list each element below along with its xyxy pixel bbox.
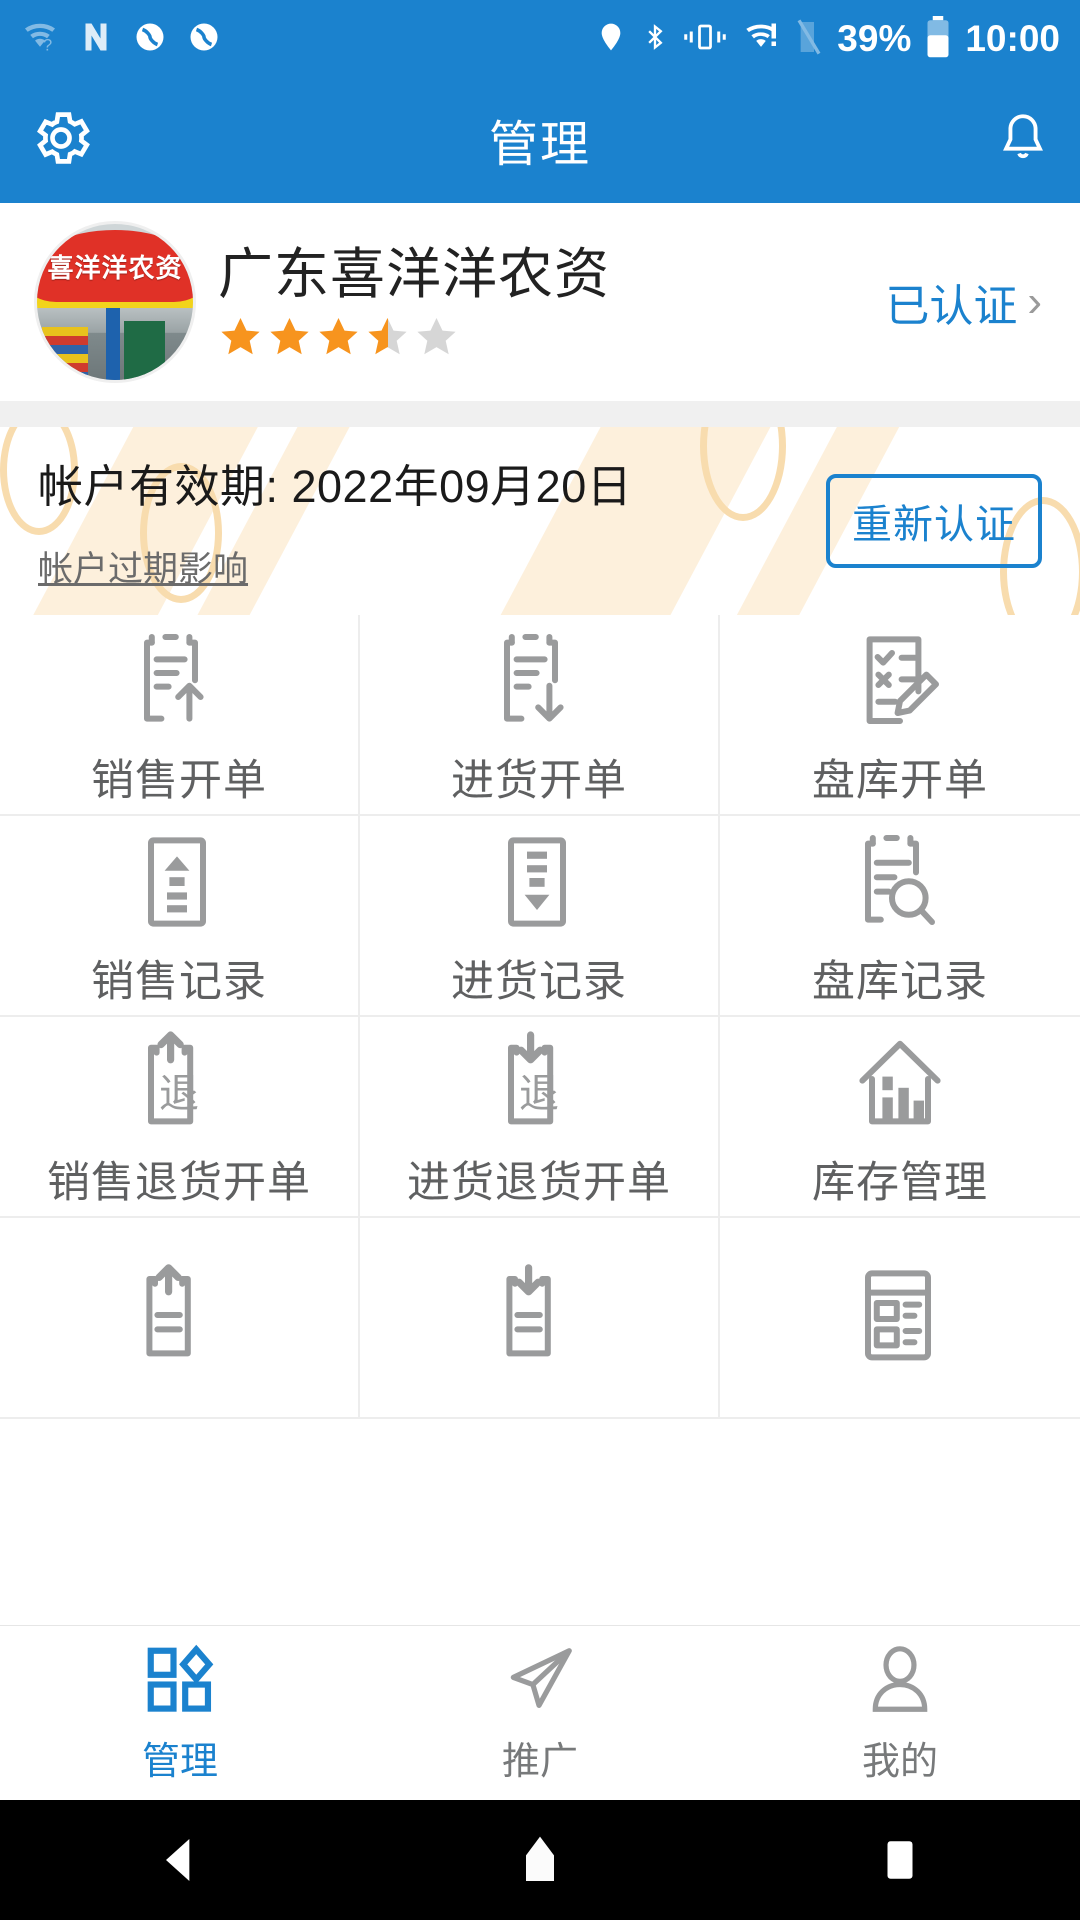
grid-item[interactable]: 销售记录 bbox=[0, 816, 360, 1017]
sync-icon bbox=[186, 19, 222, 60]
section-divider bbox=[0, 401, 1080, 427]
grid-item-label: 库存管理 bbox=[812, 1158, 988, 1207]
doc-lines-down-icon bbox=[491, 1256, 587, 1374]
signal-off-icon bbox=[795, 17, 823, 62]
box-triangle-down-icon bbox=[491, 823, 587, 941]
grid-item[interactable]: 库存管理 bbox=[720, 1017, 1080, 1218]
shop-profile[interactable]: 喜洋洋农资 广东喜洋洋农资 已认证 › bbox=[0, 203, 1080, 401]
avatar-door bbox=[124, 320, 165, 380]
checklist-pencil-icon bbox=[852, 622, 948, 740]
bottom-tab-bar: 管理 推广 我的 bbox=[0, 1625, 1080, 1800]
avatar[interactable]: 喜洋洋农资 bbox=[34, 221, 196, 383]
grid-item[interactable]: 盘库开单 bbox=[720, 615, 1080, 816]
verified-label: 已认证 bbox=[885, 282, 1018, 331]
rating-stars bbox=[218, 314, 885, 360]
star-icon bbox=[316, 314, 361, 360]
paper-plane-icon bbox=[501, 1641, 579, 1724]
tab-label: 我的 bbox=[861, 1741, 938, 1783]
bluetooth-icon bbox=[641, 18, 669, 61]
grid-item[interactable] bbox=[720, 1218, 1080, 1419]
shop-info: 广东喜洋洋农资 bbox=[218, 244, 885, 360]
grid-item[interactable]: 盘库记录 bbox=[720, 816, 1080, 1017]
grid-item-label: 进货退货开单 bbox=[407, 1158, 671, 1207]
star-icon bbox=[414, 314, 459, 360]
doc-arrow-up-icon bbox=[131, 622, 227, 740]
clock-label: 10:00 bbox=[965, 18, 1060, 59]
account-text-group: 帐户有效期: 2022年09月20日 帐户过期影响 bbox=[38, 450, 632, 592]
verified-status-link[interactable]: 已认证 › bbox=[885, 270, 1046, 334]
grid-item-label: 销售记录 bbox=[91, 957, 267, 1006]
grid-item[interactable] bbox=[360, 1218, 720, 1419]
tab-guanli[interactable]: 管理 bbox=[0, 1626, 360, 1800]
return-down-icon: 退 bbox=[491, 1024, 587, 1142]
account-expiry-impact-link[interactable]: 帐户过期影响 bbox=[38, 541, 248, 592]
tab-label: 管理 bbox=[141, 1741, 218, 1783]
grid-item[interactable]: 退销售退货开单 bbox=[0, 1017, 360, 1218]
star-icon bbox=[365, 314, 410, 360]
page-title: 管理 bbox=[488, 118, 591, 172]
doc-lines-up-icon bbox=[131, 1256, 227, 1374]
avatar-shop-sign: 喜洋洋农资 bbox=[37, 230, 193, 302]
status-bar: ? 39% 10:00 bbox=[0, 0, 1080, 78]
battery-percent-label: 39% bbox=[837, 18, 912, 59]
avatar-sign-text: 喜洋洋农资 bbox=[47, 252, 183, 283]
person-icon bbox=[861, 1641, 939, 1724]
grid-item-label: 进货开单 bbox=[451, 756, 627, 805]
home-pentagon-icon[interactable] bbox=[480, 1832, 600, 1888]
sync-icon bbox=[132, 19, 168, 60]
avatar-pillar bbox=[105, 305, 120, 380]
warehouse-icon bbox=[852, 1024, 948, 1142]
vibrate-icon bbox=[683, 20, 727, 59]
nfc-n-icon bbox=[78, 19, 114, 60]
star-icon bbox=[267, 314, 312, 360]
return-up-icon: 退 bbox=[131, 1024, 227, 1142]
shop-name: 广东喜洋洋农资 bbox=[218, 243, 611, 306]
grid-item-label: 销售退货开单 bbox=[47, 1158, 311, 1207]
grid-item[interactable]: 进货开单 bbox=[360, 615, 720, 816]
box-triangle-up-icon bbox=[131, 823, 227, 941]
app-screen: ? 39% 10:00 管理 喜洋洋农资 广东喜洋洋农资 已认证 › 帐户有效期… bbox=[0, 0, 1080, 1920]
grid-item[interactable]: 销售开单 bbox=[0, 615, 360, 816]
android-nav-bar bbox=[0, 1800, 1080, 1920]
grid-item-label: 盘库记录 bbox=[812, 957, 988, 1006]
recertify-button[interactable]: 重新认证 bbox=[826, 474, 1042, 568]
grid-item-label: 销售开单 bbox=[91, 756, 267, 805]
account-expiry-label: 帐户有效期: 2022年09月20日 bbox=[38, 461, 633, 512]
battery-icon bbox=[925, 15, 951, 63]
wifi-alert-icon bbox=[741, 19, 781, 60]
grid-item[interactable]: 进货记录 bbox=[360, 816, 720, 1017]
ledger-icon bbox=[852, 1256, 948, 1374]
doc-arrow-down-icon bbox=[491, 622, 587, 740]
status-bar-left-icons: ? bbox=[20, 19, 222, 60]
back-triangle-icon[interactable] bbox=[120, 1832, 240, 1888]
tab-wode[interactable]: 我的 bbox=[720, 1626, 1080, 1800]
tab-label: 推广 bbox=[501, 1741, 578, 1783]
grid-item-label: 进货记录 bbox=[451, 957, 627, 1006]
avatar-shelves bbox=[41, 326, 89, 380]
status-bar-right-icons: 39% 10:00 bbox=[595, 15, 1060, 63]
tab-tuiguang[interactable]: 推广 bbox=[360, 1626, 720, 1800]
chevron-right-icon: › bbox=[1027, 277, 1042, 326]
location-icon bbox=[595, 18, 627, 61]
account-validity-banner: 帐户有效期: 2022年09月20日 帐户过期影响 重新认证 bbox=[0, 427, 1080, 615]
grid-item[interactable] bbox=[0, 1218, 360, 1419]
function-grid: 销售开单 进货开单 盘库开单 销售记录 进货记录 盘库记录退销售退货开单退进货退货开单 库存… bbox=[0, 615, 1080, 1419]
wifi-question-icon: ? bbox=[20, 19, 60, 60]
recents-square-icon[interactable] bbox=[840, 1832, 960, 1888]
app-bar: 管理 bbox=[0, 78, 1080, 203]
doc-search-icon bbox=[852, 823, 948, 941]
grid-item[interactable]: 退进货退货开单 bbox=[360, 1017, 720, 1218]
grid-item-label: 盘库开单 bbox=[812, 756, 988, 805]
grid-diamond-icon bbox=[141, 1641, 219, 1724]
function-grid-section: 销售开单 进货开单 盘库开单 销售记录 进货记录 盘库记录退销售退货开单退进货退货开单 库存… bbox=[0, 615, 1080, 1419]
star-icon bbox=[218, 314, 263, 360]
svg-text:?: ? bbox=[43, 36, 52, 54]
